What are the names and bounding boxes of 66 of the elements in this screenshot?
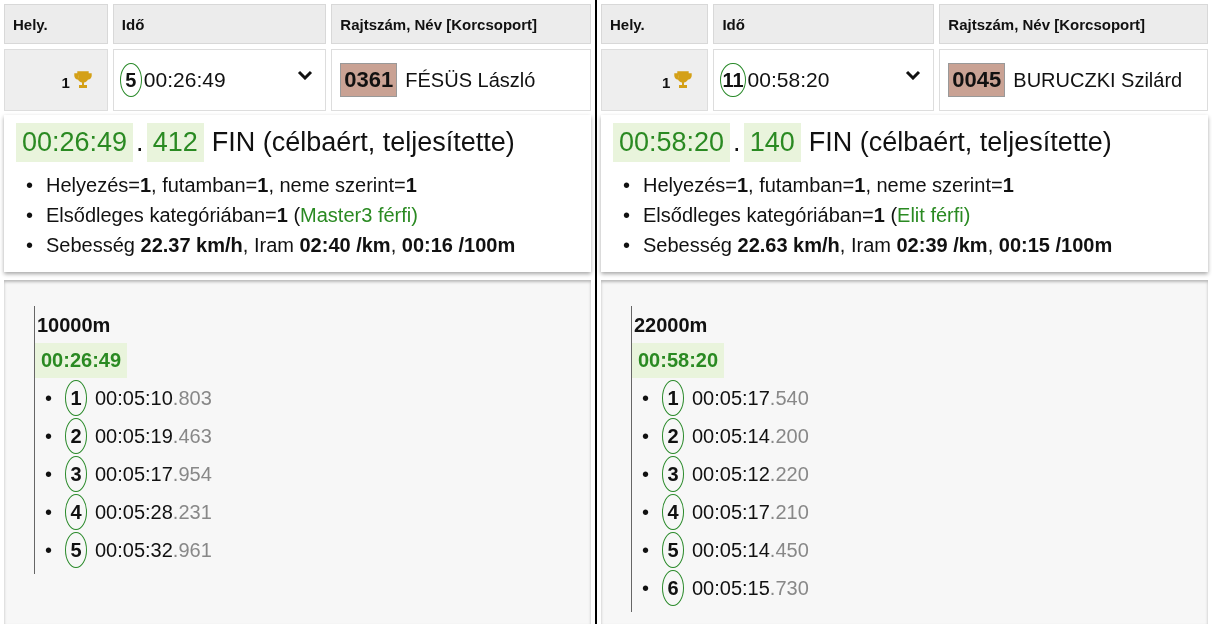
column-header[interactable]: Hely.	[4, 4, 108, 44]
bullet: •	[642, 538, 650, 562]
bullet: •	[642, 386, 650, 410]
lap-time: 00:05:15.730	[692, 577, 809, 599]
bullet: •	[642, 462, 650, 486]
distance-label: 10000m	[36, 313, 112, 338]
bullet: •	[45, 500, 53, 524]
detail-text: Sebesség 22.63 km/h, Iram 02:39 /km, 00:15 /100m	[643, 234, 1113, 256]
result-time: 00:26:49	[16, 123, 134, 162]
column-header[interactable]: Idő	[713, 4, 935, 44]
lap-time: 00:05:28.231	[95, 501, 212, 523]
detail-text: Sebesség 22.37 km/h, Iram 02:40 /km, 00:16 /100m	[46, 234, 516, 256]
status-text: FIN (célbaért, teljesítette)	[808, 127, 1112, 158]
distance-label: 22000m	[633, 313, 709, 338]
bullet: •	[26, 203, 34, 228]
place-number: 1	[662, 73, 671, 91]
bullet: •	[623, 233, 631, 258]
bullet: •	[45, 538, 53, 562]
runner-name[interactable]: FÉSÜS László	[405, 68, 536, 92]
bullet: •	[623, 173, 631, 198]
column-header[interactable]: Rajtszám, Név [Korcsoport]	[331, 4, 591, 44]
lap-time: 00:05:17.954	[95, 463, 212, 485]
runner-name[interactable]: BURUCZKI Szilárd	[1013, 68, 1183, 92]
bullet: •	[45, 386, 53, 410]
bullet: •	[26, 173, 34, 198]
trophy-icon	[72, 70, 93, 90]
result-fraction: 140	[743, 123, 801, 162]
bullet: •	[623, 203, 631, 228]
bullet: •	[45, 424, 53, 448]
detail-text: Helyezés=1, futamban=1, neme szerint=1	[46, 174, 417, 196]
bullet: •	[26, 233, 34, 258]
detail-text: Helyezés=1, futamban=1, neme szerint=1	[643, 174, 1014, 196]
column-header[interactable]: Rajtszám, Név [Korcsoport]	[939, 4, 1208, 44]
total-time: 00:26:49	[35, 343, 128, 378]
category-link[interactable]: Master3 férfi)	[300, 204, 418, 226]
bib-number: 0361	[340, 63, 398, 97]
column-header[interactable]: Hely.	[601, 4, 709, 44]
bib-number: 0045	[948, 63, 1006, 97]
chevron-down-icon[interactable]	[905, 70, 922, 80]
lap-time: 00:05:17.210	[692, 501, 809, 523]
status-text: FIN (célbaért, teljesítette)	[211, 127, 515, 158]
total-time: 00:58:20	[632, 343, 725, 378]
bullet: •	[642, 576, 650, 600]
category-link[interactable]: Elit férfi)	[897, 204, 971, 226]
lap-time: 00:05:14.200	[692, 425, 809, 447]
finish-time: 00:26:49	[143, 68, 226, 92]
result-time: 00:58:20	[613, 123, 731, 162]
lap-time: 00:05:19.463	[95, 425, 212, 447]
lap-time: 00:05:10.803	[95, 387, 212, 409]
finish-time: 00:58:20	[747, 68, 830, 92]
lap-time: 00:05:14.450	[692, 539, 809, 561]
column-header[interactable]: Idő	[112, 4, 327, 44]
chevron-down-icon[interactable]	[297, 70, 314, 80]
lap-time: 00:05:12.220	[692, 463, 809, 485]
detail-text: Elsődleges kategóriában=1 (	[46, 204, 301, 226]
bullet: •	[45, 462, 53, 486]
trophy-icon	[673, 70, 694, 90]
bullet: •	[642, 500, 650, 524]
detail-text: Elsődleges kategóriában=1 (	[643, 204, 898, 226]
place-number: 1	[61, 73, 70, 91]
lap-time: 00:05:32.961	[95, 539, 212, 561]
result-fraction: 412	[146, 123, 204, 162]
lap-time: 00:05:17.540	[692, 387, 809, 409]
time-separator: .	[733, 127, 741, 158]
time-separator: .	[136, 127, 144, 158]
bullet: •	[642, 424, 650, 448]
